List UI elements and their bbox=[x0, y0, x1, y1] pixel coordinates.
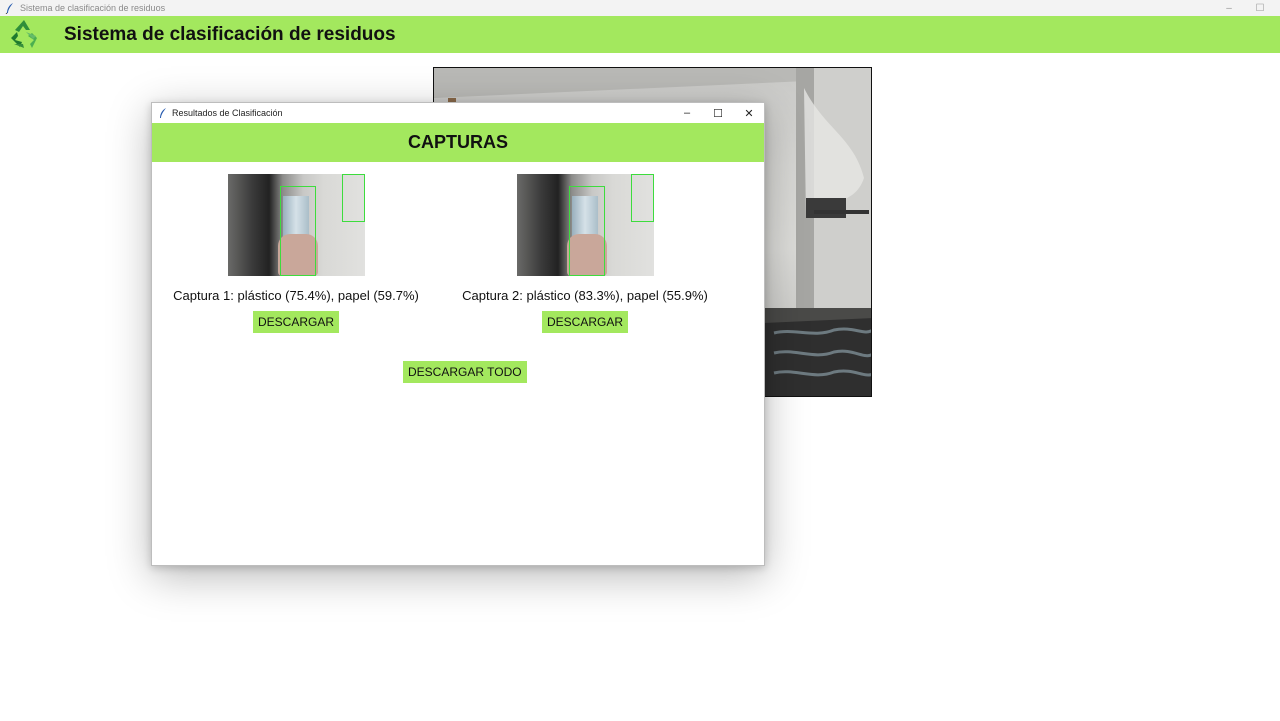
capture-thumbnail-1 bbox=[227, 174, 365, 276]
dialog-feather-icon bbox=[160, 107, 166, 118]
capture-card-1: Captura 1: plástico (75.4%), papel (59.7… bbox=[146, 174, 446, 333]
main-minimize-button[interactable]: – bbox=[1214, 0, 1244, 16]
app-header: Sistema de clasificación de residuos bbox=[0, 16, 1280, 53]
main-window-title: Sistema de clasificación de residuos bbox=[20, 3, 166, 13]
capture-thumbnail-2 bbox=[516, 174, 654, 276]
main-maximize-button[interactable]: ☐ bbox=[1245, 0, 1275, 16]
dialog-minimize-button[interactable]: – bbox=[672, 103, 702, 123]
download-all-button[interactable]: DESCARGAR TODO bbox=[403, 361, 527, 383]
capture-label-1: Captura 1: plástico (75.4%), papel (59.7… bbox=[173, 288, 419, 303]
main-titlebar: Sistema de clasificación de residuos – ☐ bbox=[0, 0, 1280, 16]
dialog-header: CAPTURAS bbox=[152, 123, 764, 162]
dialog-heading: CAPTURAS bbox=[407, 132, 508, 152]
detection-box bbox=[630, 174, 654, 222]
detection-box bbox=[568, 186, 605, 276]
dialog-titlebar: Resultados de Clasificación – ☐ ✕ bbox=[152, 103, 764, 123]
download-button-2[interactable]: DESCARGAR bbox=[541, 311, 628, 333]
results-dialog: Resultados de Clasificación – ☐ ✕ CAPTUR… bbox=[151, 102, 765, 566]
detection-box bbox=[341, 174, 365, 222]
app-title: Sistema de clasificación de residuos bbox=[64, 24, 396, 45]
recycle-icon bbox=[11, 20, 37, 48]
download-button-1[interactable]: DESCARGAR bbox=[252, 311, 339, 333]
capture-card-2: Captura 2: plástico (83.3%), papel (55.9… bbox=[435, 174, 735, 333]
dialog-close-button[interactable]: ✕ bbox=[734, 103, 764, 123]
dialog-title: Resultados de Clasificación bbox=[172, 108, 283, 118]
detection-box bbox=[279, 186, 316, 276]
dialog-maximize-button[interactable]: ☐ bbox=[703, 103, 733, 123]
capture-label-2: Captura 2: plástico (83.3%), papel (55.9… bbox=[462, 288, 708, 303]
app-feather-icon bbox=[5, 3, 13, 14]
